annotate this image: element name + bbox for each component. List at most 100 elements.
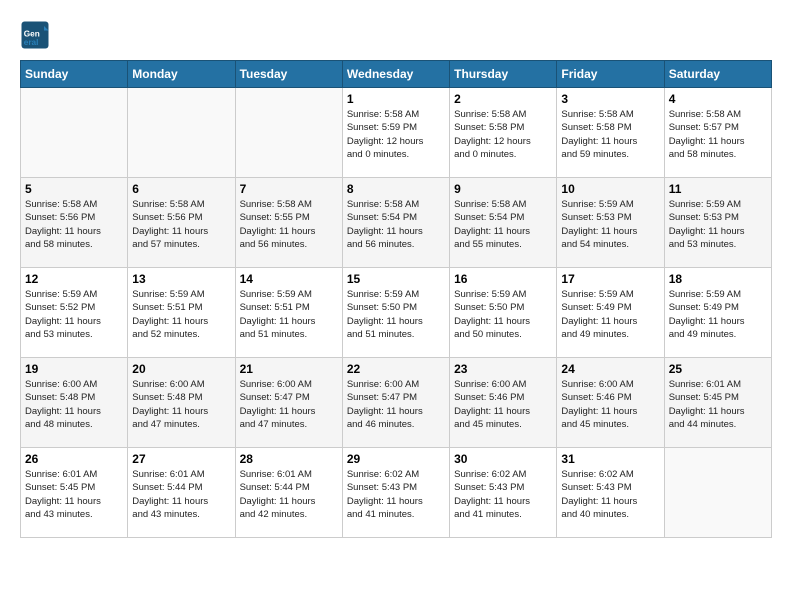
calendar-cell: 10 Sunrise: 5:59 AM Sunset: 5:53 PM Dayli… (557, 178, 664, 268)
calendar-cell: 31 Sunrise: 6:02 AM Sunset: 5:43 PM Dayli… (557, 448, 664, 538)
calendar-cell: 4 Sunrise: 5:58 AM Sunset: 5:57 PM Daylig… (664, 88, 771, 178)
day-info: Sunrise: 6:00 AM Sunset: 5:46 PM Dayligh… (454, 378, 552, 431)
day-number: 16 (454, 272, 552, 286)
day-info: Sunrise: 5:58 AM Sunset: 5:58 PM Dayligh… (454, 108, 552, 161)
day-number: 22 (347, 362, 445, 376)
day-info: Sunrise: 6:02 AM Sunset: 5:43 PM Dayligh… (454, 468, 552, 521)
calendar-cell: 8 Sunrise: 5:58 AM Sunset: 5:54 PM Daylig… (342, 178, 449, 268)
day-number: 7 (240, 182, 338, 196)
day-info: Sunrise: 5:59 AM Sunset: 5:50 PM Dayligh… (347, 288, 445, 341)
calendar-cell: 6Sunrise: 5:58 AM Sunset: 5:56 PM Daylig… (128, 178, 235, 268)
weekday-header-sunday: Sunday (21, 61, 128, 88)
calendar-cell (21, 88, 128, 178)
calendar-cell (128, 88, 235, 178)
logo-icon: Gen eral (20, 20, 50, 50)
calendar-cell: 11Sunrise: 5:59 AM Sunset: 5:53 PM Dayli… (664, 178, 771, 268)
day-number: 8 (347, 182, 445, 196)
calendar-cell: 30 Sunrise: 6:02 AM Sunset: 5:43 PM Dayli… (450, 448, 557, 538)
calendar-cell: 27 Sunrise: 6:01 AM Sunset: 5:44 PM Dayli… (128, 448, 235, 538)
weekday-header-monday: Monday (128, 61, 235, 88)
weekday-header-row: SundayMondayTuesdayWednesdayThursdayFrid… (21, 61, 772, 88)
calendar-cell: 7 Sunrise: 5:58 AM Sunset: 5:55 PM Daylig… (235, 178, 342, 268)
day-info: Sunrise: 6:02 AM Sunset: 5:43 PM Dayligh… (347, 468, 445, 521)
calendar-cell: 29 Sunrise: 6:02 AM Sunset: 5:43 PM Dayli… (342, 448, 449, 538)
day-number: 10 (561, 182, 659, 196)
calendar-cell: 14 Sunrise: 5:59 AM Sunset: 5:51 PM Dayli… (235, 268, 342, 358)
calendar-week-row: 1 Sunrise: 5:58 AM Sunset: 5:59 PM Daylig… (21, 88, 772, 178)
weekday-header-friday: Friday (557, 61, 664, 88)
day-info: Sunrise: 6:00 AM Sunset: 5:48 PM Dayligh… (132, 378, 230, 431)
day-number: 5 (25, 182, 123, 196)
weekday-header-wednesday: Wednesday (342, 61, 449, 88)
day-info: Sunrise: 6:00 AM Sunset: 5:46 PM Dayligh… (561, 378, 659, 431)
calendar-table: SundayMondayTuesdayWednesdayThursdayFrid… (20, 60, 772, 538)
day-number: 28 (240, 452, 338, 466)
day-info: Sunrise: 5:58 AM Sunset: 5:56 PM Dayligh… (132, 198, 230, 251)
logo: Gen eral (20, 20, 54, 50)
day-info: Sunrise: 5:59 AM Sunset: 5:50 PM Dayligh… (454, 288, 552, 341)
day-number: 20 (132, 362, 230, 376)
day-number: 29 (347, 452, 445, 466)
calendar-cell: 1 Sunrise: 5:58 AM Sunset: 5:59 PM Daylig… (342, 88, 449, 178)
calendar-cell: 18 Sunrise: 5:59 AM Sunset: 5:49 PM Dayli… (664, 268, 771, 358)
calendar-cell: 12 Sunrise: 5:59 AM Sunset: 5:52 PM Dayli… (21, 268, 128, 358)
calendar-week-row: 19Sunrise: 6:00 AM Sunset: 5:48 PM Dayli… (21, 358, 772, 448)
day-number: 25 (669, 362, 767, 376)
day-info: Sunrise: 5:59 AM Sunset: 5:49 PM Dayligh… (561, 288, 659, 341)
day-info: Sunrise: 5:58 AM Sunset: 5:54 PM Dayligh… (347, 198, 445, 251)
day-info: Sunrise: 6:00 AM Sunset: 5:47 PM Dayligh… (347, 378, 445, 431)
calendar-cell: 2 Sunrise: 5:58 AM Sunset: 5:58 PM Daylig… (450, 88, 557, 178)
day-number: 26 (25, 452, 123, 466)
day-number: 30 (454, 452, 552, 466)
day-number: 18 (669, 272, 767, 286)
day-info: Sunrise: 5:59 AM Sunset: 5:53 PM Dayligh… (561, 198, 659, 251)
day-info: Sunrise: 5:58 AM Sunset: 5:59 PM Dayligh… (347, 108, 445, 161)
calendar-cell: 25 Sunrise: 6:01 AM Sunset: 5:45 PM Dayli… (664, 358, 771, 448)
day-info: Sunrise: 6:00 AM Sunset: 5:48 PM Dayligh… (25, 378, 123, 431)
calendar-cell: 9Sunrise: 5:58 AM Sunset: 5:54 PM Daylig… (450, 178, 557, 268)
day-number: 23 (454, 362, 552, 376)
calendar-cell (235, 88, 342, 178)
day-number: 1 (347, 92, 445, 106)
day-number: 4 (669, 92, 767, 106)
day-info: Sunrise: 6:01 AM Sunset: 5:44 PM Dayligh… (132, 468, 230, 521)
day-info: Sunrise: 6:01 AM Sunset: 5:45 PM Dayligh… (669, 378, 767, 431)
day-info: Sunrise: 5:58 AM Sunset: 5:55 PM Dayligh… (240, 198, 338, 251)
day-info: Sunrise: 5:59 AM Sunset: 5:49 PM Dayligh… (669, 288, 767, 341)
day-number: 14 (240, 272, 338, 286)
page-header: Gen eral (20, 20, 772, 50)
day-number: 31 (561, 452, 659, 466)
calendar-cell: 21 Sunrise: 6:00 AM Sunset: 5:47 PM Dayli… (235, 358, 342, 448)
calendar-cell: 20 Sunrise: 6:00 AM Sunset: 5:48 PM Dayli… (128, 358, 235, 448)
calendar-cell: 5 Sunrise: 5:58 AM Sunset: 5:56 PM Daylig… (21, 178, 128, 268)
calendar-week-row: 26 Sunrise: 6:01 AM Sunset: 5:45 PM Dayli… (21, 448, 772, 538)
calendar-week-row: 12 Sunrise: 5:59 AM Sunset: 5:52 PM Dayli… (21, 268, 772, 358)
day-info: Sunrise: 6:01 AM Sunset: 5:45 PM Dayligh… (25, 468, 123, 521)
day-info: Sunrise: 5:58 AM Sunset: 5:56 PM Dayligh… (25, 198, 123, 251)
day-info: Sunrise: 5:59 AM Sunset: 5:51 PM Dayligh… (132, 288, 230, 341)
calendar-cell: 28 Sunrise: 6:01 AM Sunset: 5:44 PM Dayli… (235, 448, 342, 538)
day-number: 24 (561, 362, 659, 376)
day-info: Sunrise: 5:58 AM Sunset: 5:57 PM Dayligh… (669, 108, 767, 161)
calendar-cell: 22 Sunrise: 6:00 AM Sunset: 5:47 PM Dayli… (342, 358, 449, 448)
day-number: 2 (454, 92, 552, 106)
day-number: 21 (240, 362, 338, 376)
calendar-cell (664, 448, 771, 538)
calendar-cell: 16 Sunrise: 5:59 AM Sunset: 5:50 PM Dayli… (450, 268, 557, 358)
day-info: Sunrise: 6:02 AM Sunset: 5:43 PM Dayligh… (561, 468, 659, 521)
calendar-cell: 19Sunrise: 6:00 AM Sunset: 5:48 PM Dayli… (21, 358, 128, 448)
day-info: Sunrise: 6:00 AM Sunset: 5:47 PM Dayligh… (240, 378, 338, 431)
day-number: 9 (454, 182, 552, 196)
day-number: 17 (561, 272, 659, 286)
calendar-cell: 15Sunrise: 5:59 AM Sunset: 5:50 PM Dayli… (342, 268, 449, 358)
svg-text:eral: eral (24, 38, 39, 47)
day-info: Sunrise: 5:59 AM Sunset: 5:51 PM Dayligh… (240, 288, 338, 341)
day-info: Sunrise: 6:01 AM Sunset: 5:44 PM Dayligh… (240, 468, 338, 521)
calendar-cell: 24 Sunrise: 6:00 AM Sunset: 5:46 PM Dayli… (557, 358, 664, 448)
day-info: Sunrise: 5:59 AM Sunset: 5:52 PM Dayligh… (25, 288, 123, 341)
calendar-cell: 26 Sunrise: 6:01 AM Sunset: 5:45 PM Dayli… (21, 448, 128, 538)
day-number: 27 (132, 452, 230, 466)
calendar-cell: 3Sunrise: 5:58 AM Sunset: 5:58 PM Daylig… (557, 88, 664, 178)
day-number: 12 (25, 272, 123, 286)
day-number: 13 (132, 272, 230, 286)
